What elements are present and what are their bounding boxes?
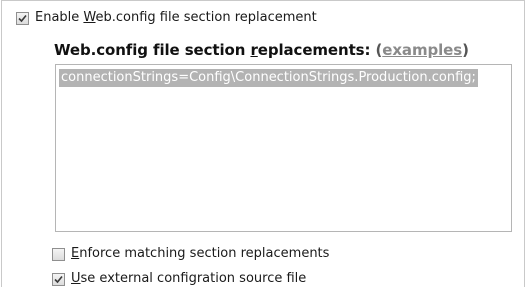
paren-close: ) [462, 41, 469, 59]
enforce-matching-label[interactable]: Enforce matching section replacements [71, 246, 329, 262]
use-external-source-checkbox[interactable] [52, 272, 65, 286]
settings-panel: Enable Web.config file section replaceme… [1, 0, 525, 287]
enable-section-replacement-checkbox[interactable] [16, 11, 29, 25]
checkmark-icon [54, 275, 63, 283]
mnemonic-letter: E [71, 246, 80, 261]
examples-link[interactable]: examples [382, 41, 462, 59]
label-text: Enable [35, 10, 84, 25]
heading-text: eplacements: [257, 41, 376, 59]
use-external-source-label[interactable]: Use external configration source file [71, 271, 306, 287]
label-text: se external configration source file [80, 271, 307, 286]
mnemonic-letter: r [250, 41, 258, 59]
mnemonic-letter: W [83, 10, 96, 25]
section-replacements-textarea[interactable]: connectionStrings=Config\ConnectionStrin… [55, 64, 512, 232]
mnemonic-letter: U [71, 271, 81, 286]
use-external-source-option[interactable]: Use external configration source file [52, 271, 306, 287]
label-text: eb.config file section replacement [95, 10, 317, 25]
label-text: nforce matching section replacements [79, 246, 330, 261]
enforce-matching-checkbox[interactable] [52, 247, 65, 261]
enable-section-replacement-label[interactable]: Enable Web.config file section replaceme… [35, 10, 317, 26]
checkmark-icon [18, 14, 27, 22]
heading-text: Web.config file section [54, 41, 251, 59]
section-replacements-heading: Web.config file section replacements: (e… [54, 41, 469, 59]
selected-replacement-text[interactable]: connectionStrings=Config\ConnectionStrin… [59, 69, 478, 87]
enable-section-replacement-option[interactable]: Enable Web.config file section replaceme… [16, 10, 317, 26]
enforce-matching-option[interactable]: Enforce matching section replacements [52, 246, 329, 262]
